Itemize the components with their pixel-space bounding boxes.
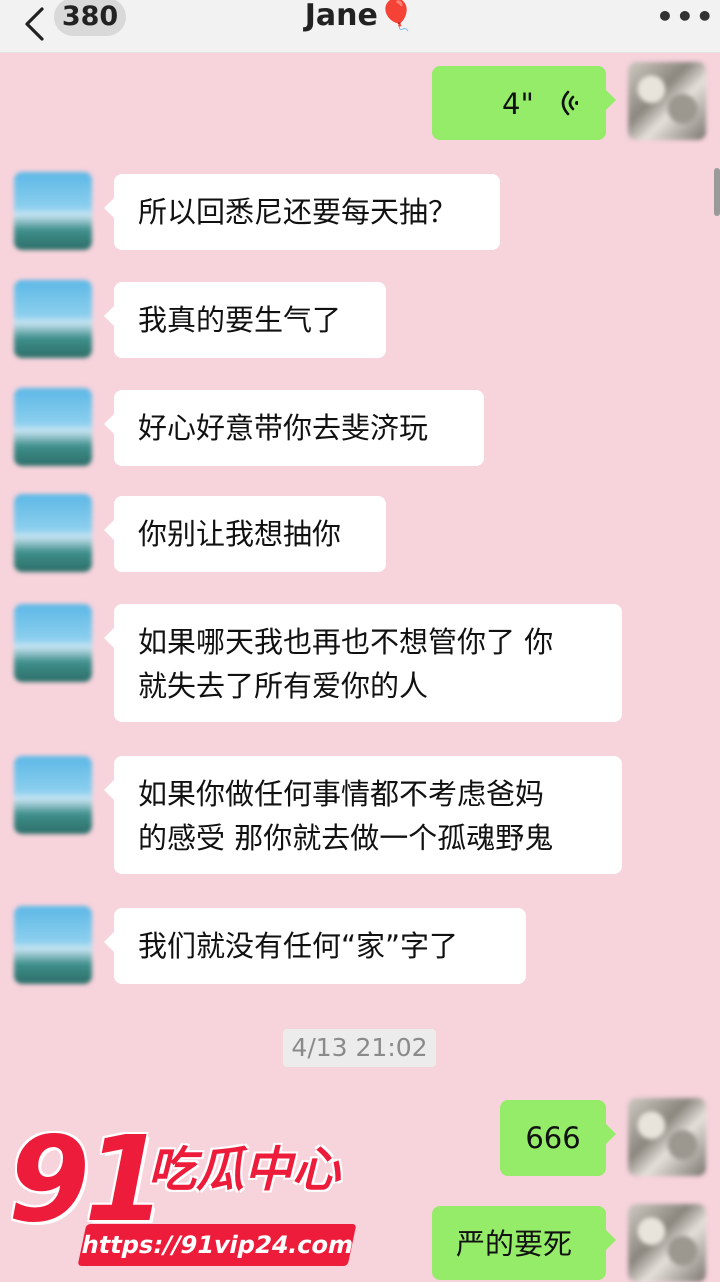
chat-header: 380 Jane🎈 ••• <box>0 0 720 53</box>
my-avatar[interactable] <box>628 1204 706 1282</box>
contact-avatar[interactable] <box>14 604 92 682</box>
message-bubble[interactable]: 你别让我想抽你 <box>104 496 386 572</box>
message-text-line: 就失去了所有爱你的人 <box>138 669 429 703</box>
message-text: 666 <box>525 1121 581 1155</box>
message-timestamp: 4/13 21:02 <box>283 1029 436 1067</box>
message-text-line: 的感受 那你就去做一个孤魂野鬼 <box>138 821 554 855</box>
watermark-number: 91 <box>8 1110 166 1248</box>
watermark-logo: 91 吃瓜中心 https://91vip24.com <box>8 1120 368 1280</box>
unread-count-badge[interactable]: 380 <box>54 0 126 36</box>
back-arrow-icon[interactable] <box>22 6 48 42</box>
message-text-line: 如果哪天我也再也不想管你了 你 <box>138 625 554 659</box>
contact-avatar[interactable] <box>14 172 92 250</box>
my-avatar[interactable] <box>628 1098 706 1176</box>
message-text: 我们就没有任何“家”字了 <box>138 929 459 963</box>
scrollbar[interactable] <box>714 168 720 216</box>
message-text: 你别让我想抽你 <box>138 517 342 551</box>
voice-message-bubble[interactable]: 4" <box>432 66 616 140</box>
watermark-brand: 吃瓜中心 <box>148 1142 341 1198</box>
message-bubble[interactable]: 如果哪天我也再也不想管你了 你 就失去了所有爱你的人 <box>104 604 622 722</box>
message-text-line: 如果你做任何事情都不考虑爸妈 <box>138 777 545 811</box>
more-options-icon[interactable]: ••• <box>656 3 714 31</box>
message-bubble[interactable]: 666 <box>500 1100 616 1176</box>
message-bubble[interactable]: 我真的要生气了 <box>104 282 386 358</box>
contact-avatar[interactable] <box>14 906 92 984</box>
watermark-url: https://91vip24.com <box>77 1224 357 1266</box>
voice-duration: 4" <box>502 87 534 121</box>
message-text: 好心好意带你去斐济玩 <box>138 411 429 445</box>
my-avatar[interactable] <box>628 62 706 140</box>
contact-avatar[interactable] <box>14 494 92 572</box>
contact-avatar[interactable] <box>14 756 92 834</box>
message-text: 我真的要生气了 <box>138 303 342 337</box>
message-bubble[interactable]: 严的要死 <box>432 1206 616 1280</box>
chat-title: Jane🎈 <box>304 0 416 33</box>
message-bubble[interactable]: 我们就没有任何“家”字了 <box>104 908 526 984</box>
message-text: 严的要死 <box>456 1227 573 1261</box>
message-bubble[interactable]: 好心好意带你去斐济玩 <box>104 390 484 466</box>
contact-avatar[interactable] <box>14 388 92 466</box>
message-bubble[interactable]: 如果你做任何事情都不考虑爸妈 的感受 那你就去做一个孤魂野鬼 <box>104 756 622 874</box>
message-bubble[interactable]: 所以回悉尼还要每天抽？ <box>104 174 500 250</box>
voice-wave-icon <box>561 90 578 116</box>
contact-avatar[interactable] <box>14 280 92 358</box>
message-text: 所以回悉尼还要每天抽？ <box>138 195 458 229</box>
